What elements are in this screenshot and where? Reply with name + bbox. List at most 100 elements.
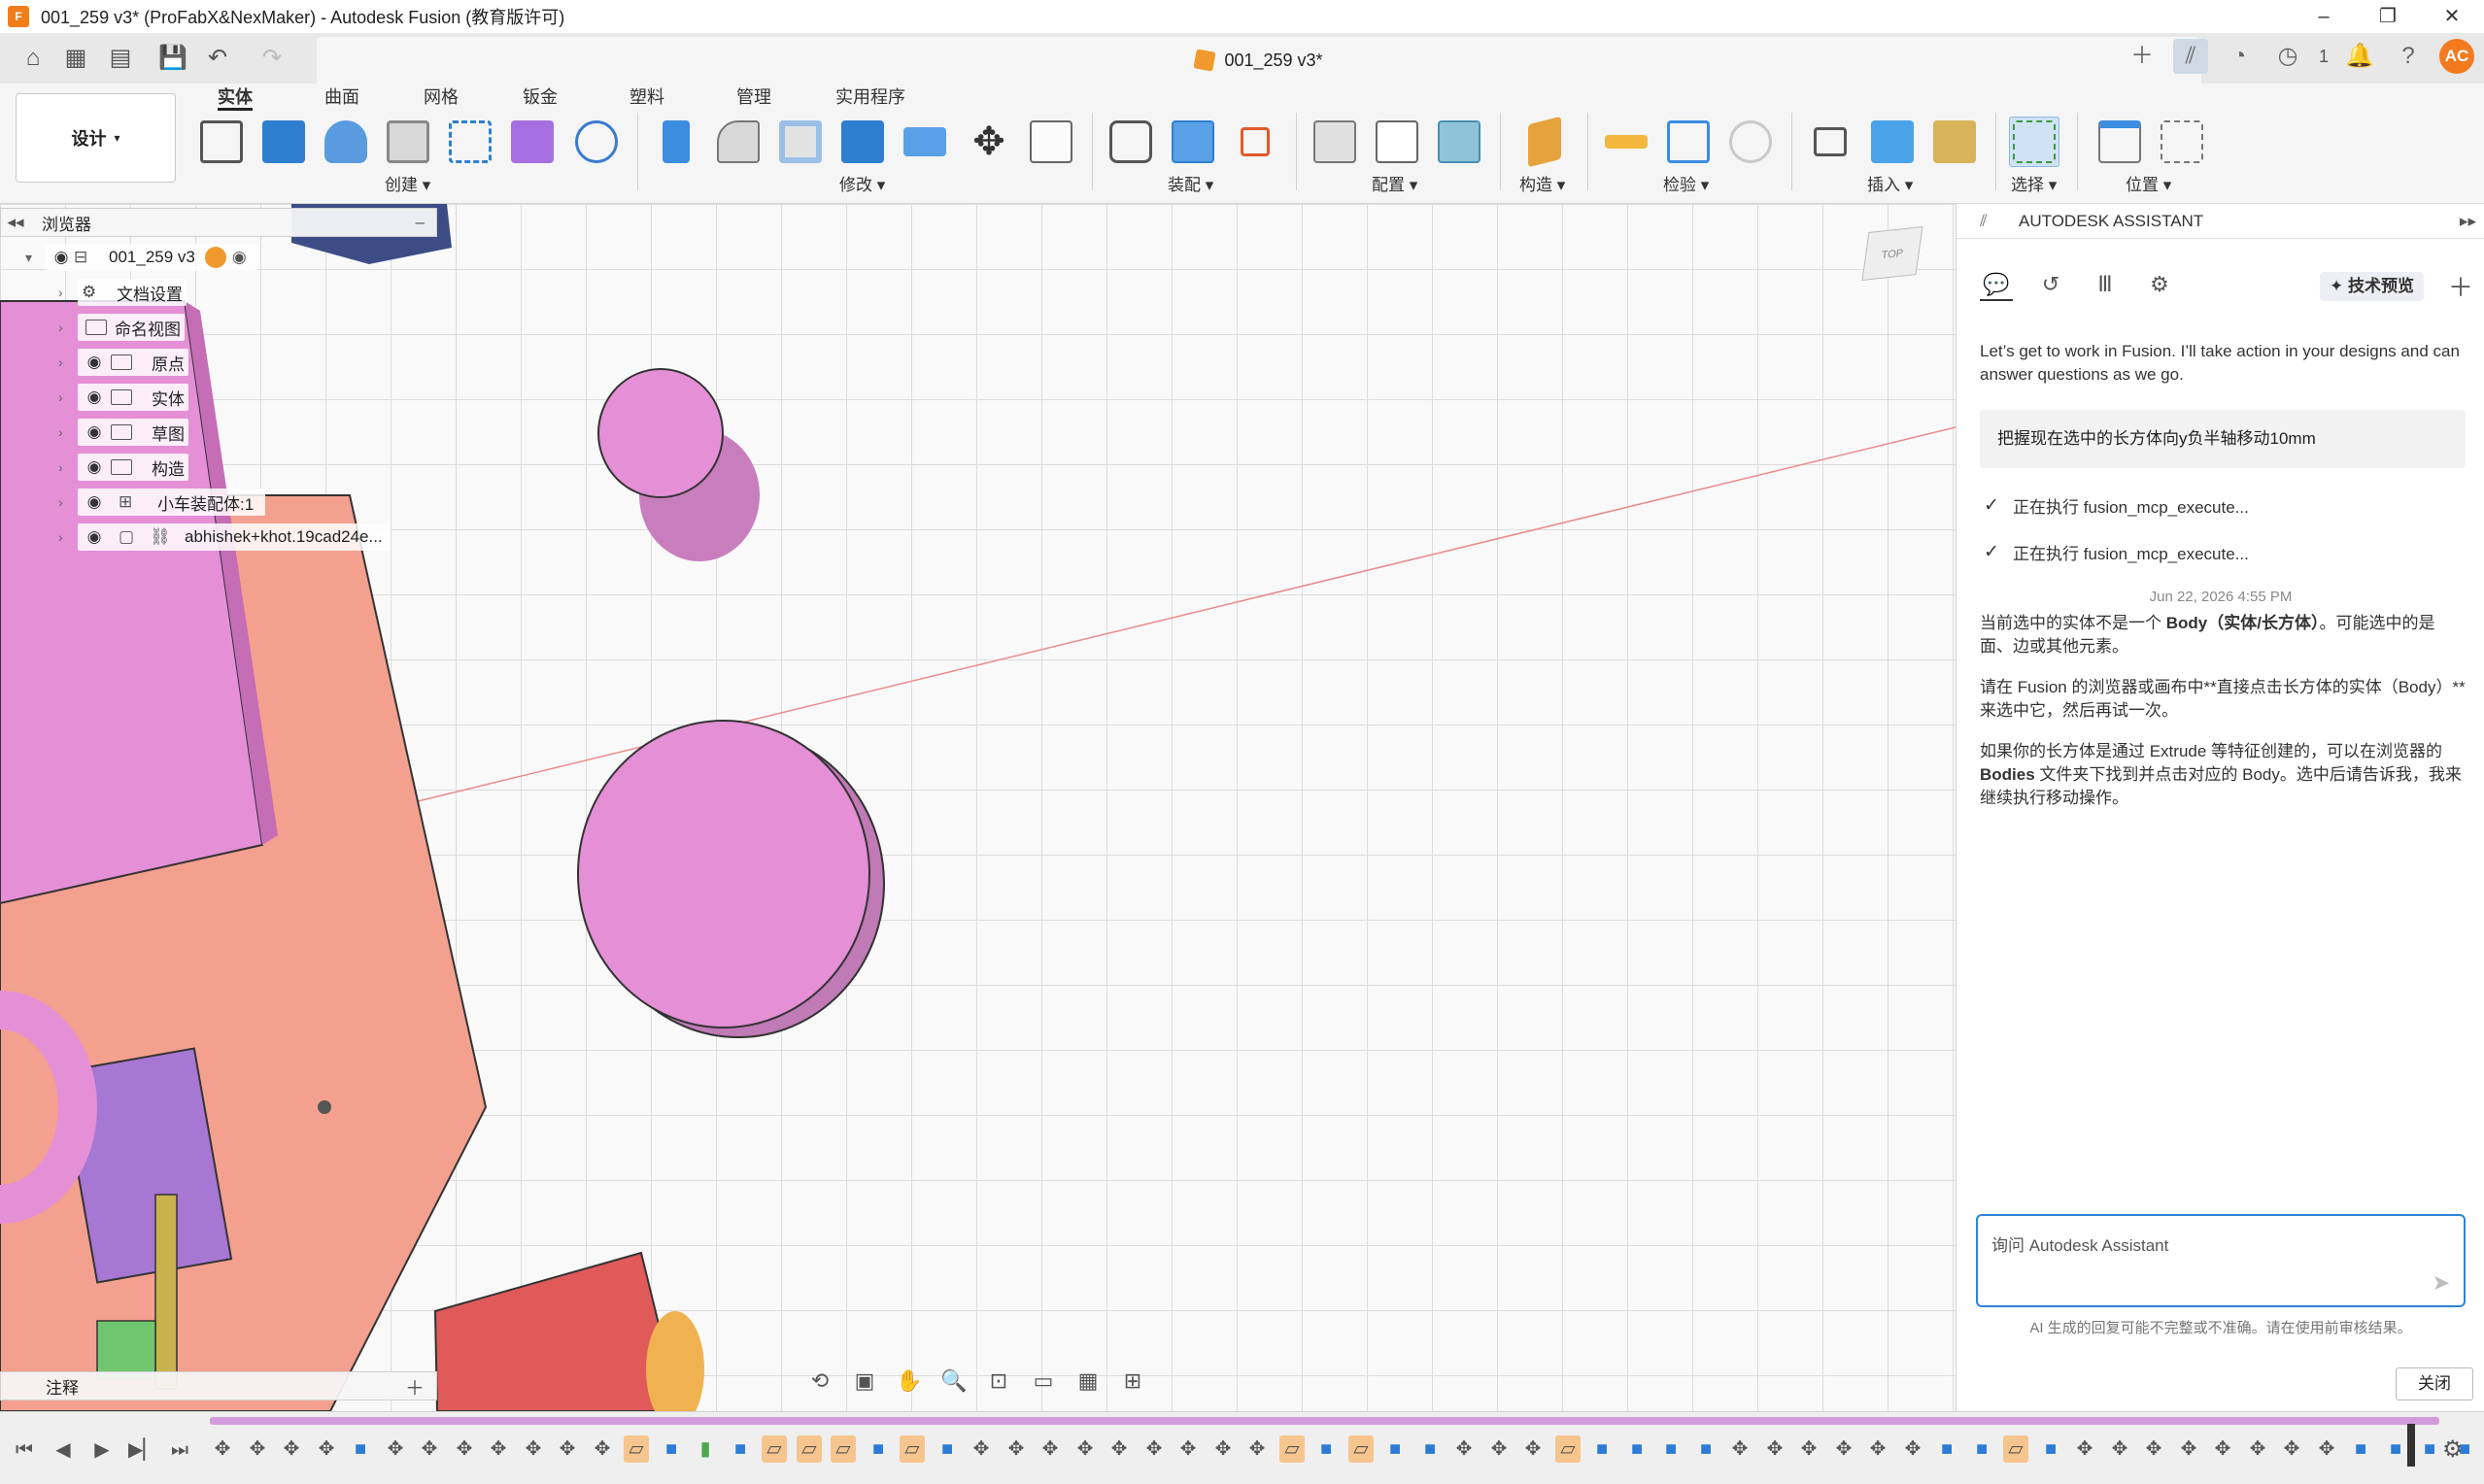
- visibility-eye-icon[interactable]: ◉: [82, 388, 107, 407]
- group-label-assemble[interactable]: 装配 ▾: [1168, 171, 1213, 195]
- tree-root[interactable]: ▾ ◉ ⊟ 001_259 v3 ◉: [25, 243, 257, 272]
- send-icon[interactable]: ➤: [2433, 1270, 2450, 1296]
- canvas-viewport[interactable]: ◂◂ 浏览器 – ▾ ◉ ⊟ 001_259 v3 ◉ › ⚙ 文档设置 › 命名…: [0, 204, 1956, 1411]
- timeline-move-feature[interactable]: ✥: [1900, 1435, 1925, 1463]
- revert-position-tool[interactable]: [2157, 117, 2207, 167]
- step-forward-icon[interactable]: ▶▏: [128, 1435, 158, 1465]
- timeline-move-feature[interactable]: ✥: [590, 1435, 615, 1463]
- visibility-eye-icon[interactable]: ◉: [82, 457, 107, 477]
- new-component-tool[interactable]: [1168, 117, 1218, 167]
- tree-item-origin[interactable]: › ◉ 原点: [58, 348, 188, 377]
- timeline-move-feature[interactable]: ✥: [1486, 1435, 1512, 1463]
- configure-design-tool[interactable]: [1310, 117, 1360, 167]
- visibility-eye-icon[interactable]: ◉: [49, 248, 74, 267]
- pattern-tool[interactable]: [445, 117, 495, 167]
- timeline-body-feature[interactable]: ■: [659, 1435, 684, 1463]
- timeline-sketch-feature[interactable]: ▱: [624, 1435, 649, 1463]
- timeline-move-feature[interactable]: ✥: [1004, 1435, 1029, 1463]
- tab-utilities[interactable]: 实用程序: [835, 84, 905, 111]
- tree-item-construction[interactable]: › ◉ 构造: [58, 453, 188, 482]
- restore-button[interactable]: ❐: [2356, 0, 2420, 33]
- timeline-move-feature[interactable]: ✥: [1210, 1435, 1236, 1463]
- group-label-configure[interactable]: 配置 ▾: [1372, 171, 1417, 195]
- timeline-move-feature[interactable]: ✥: [2107, 1435, 2132, 1463]
- press-pull-tool[interactable]: [651, 117, 701, 167]
- timeline-move-feature[interactable]: ✥: [2245, 1435, 2270, 1463]
- timeline-move-feature[interactable]: ✥: [1038, 1435, 1063, 1463]
- tool-step[interactable]: ✓ 正在执行 fusion_mcp_execute...: [1984, 493, 2249, 518]
- tree-item-external-link[interactable]: › ◉ ▢ ⛓ abhishek+khot.19cad24e...: [58, 523, 391, 552]
- user-avatar[interactable]: AC: [2439, 39, 2474, 74]
- grid-settings-icon[interactable]: ▦: [1071, 1364, 1106, 1399]
- timeline-sketch-feature[interactable]: ▱: [1348, 1435, 1374, 1463]
- timeline-move-feature[interactable]: ✥: [279, 1435, 304, 1463]
- tab-surface[interactable]: 曲面: [324, 84, 359, 111]
- timeline-sketch-feature[interactable]: ▱: [762, 1435, 787, 1463]
- timeline-body-feature[interactable]: ■: [1693, 1435, 1718, 1463]
- tab-solid[interactable]: 实体: [218, 84, 253, 111]
- timeline-body-feature[interactable]: ■: [2417, 1435, 2442, 1463]
- viewports-icon[interactable]: ⊞: [1115, 1364, 1150, 1399]
- new-chat-plus-icon[interactable]: ＋: [2448, 268, 2473, 304]
- timeline-move-feature[interactable]: ✥: [2314, 1435, 2339, 1463]
- tree-item-cart-assembly[interactable]: › ◉ ⊞ 小车装配体:1: [58, 488, 266, 517]
- timeline-move-feature[interactable]: ✥: [1831, 1435, 1856, 1463]
- chevron-right-icon[interactable]: ›: [58, 424, 78, 440]
- extensions-icon[interactable]: ◔: [2222, 39, 2257, 74]
- chevron-down-icon[interactable]: ▾: [25, 250, 45, 266]
- timeline-move-feature[interactable]: ✥: [1520, 1435, 1546, 1463]
- display-settings-icon[interactable]: ▭: [1026, 1364, 1061, 1399]
- timeline-body-feature[interactable]: ■: [1658, 1435, 1684, 1463]
- timeline-move-feature[interactable]: ✥: [1244, 1435, 1270, 1463]
- tree-item-bodies[interactable]: › ◉ 实体: [58, 383, 188, 412]
- insert-canvas-tool[interactable]: [1867, 117, 1918, 167]
- tab-plastic[interactable]: 塑料: [630, 84, 664, 111]
- as-built-joint-tool[interactable]: [1230, 117, 1280, 167]
- combine-tool[interactable]: [837, 117, 888, 167]
- document-tab[interactable]: 001_259 v3* ✕: [317, 37, 2201, 84]
- create-sketch-tool[interactable]: [196, 117, 247, 167]
- settings-tab-icon[interactable]: ⚙: [2143, 268, 2176, 301]
- timeline-move-feature[interactable]: ✥: [452, 1435, 477, 1463]
- add-note-plus-icon[interactable]: ＋: [405, 1372, 425, 1400]
- group-label-modify[interactable]: 修改 ▾: [839, 171, 885, 195]
- change-parameters-tool[interactable]: [1026, 117, 1076, 167]
- look-at-icon[interactable]: ▣: [847, 1364, 882, 1399]
- offset-plane-tool[interactable]: [1519, 116, 1570, 168]
- timeline-move-feature[interactable]: ✥: [314, 1435, 339, 1463]
- tree-item-doc-settings[interactable]: › ⚙ 文档设置: [58, 278, 187, 307]
- timeline-move-feature[interactable]: ✥: [521, 1435, 546, 1463]
- revolve-tool[interactable]: [321, 117, 371, 167]
- tab-manage[interactable]: 管理: [736, 84, 771, 111]
- visibility-eye-icon[interactable]: ◉: [82, 492, 107, 512]
- orbit-icon[interactable]: ⟲: [802, 1364, 837, 1399]
- library-tab-icon[interactable]: Ⅲ: [2089, 268, 2122, 301]
- chevron-right-icon[interactable]: ›: [58, 389, 78, 405]
- extrude-tool[interactable]: [258, 117, 309, 167]
- timeline-body-feature[interactable]: ■: [1313, 1435, 1339, 1463]
- notifications-bell-icon[interactable]: 🔔: [2342, 39, 2377, 74]
- timeline-move-feature[interactable]: ✥: [417, 1435, 442, 1463]
- timeline-sketch-feature[interactable]: ▱: [1279, 1435, 1305, 1463]
- timeline-body-feature[interactable]: ■: [935, 1435, 960, 1463]
- viewcube[interactable]: TOP: [1861, 226, 1923, 281]
- chevron-right-icon[interactable]: ›: [58, 320, 78, 335]
- timeline-body-feature[interactable]: ■: [2383, 1435, 2408, 1463]
- shell-tool[interactable]: [775, 117, 826, 167]
- timeline-settings-gear-icon[interactable]: ⚙: [2442, 1435, 2471, 1465]
- close-assistant-button[interactable]: 关闭: [2396, 1367, 2473, 1400]
- timeline-move-feature[interactable]: ✥: [486, 1435, 511, 1463]
- assistant-chat-input[interactable]: 询问 Autodesk Assistant ➤: [1976, 1214, 2466, 1307]
- timeline-move-feature[interactable]: ✥: [555, 1435, 580, 1463]
- measure-tool[interactable]: [1601, 117, 1651, 167]
- timeline-body-feature[interactable]: ■: [1624, 1435, 1650, 1463]
- timeline-move-feature[interactable]: ✥: [1796, 1435, 1821, 1463]
- visibility-eye-icon[interactable]: ◉: [82, 422, 107, 442]
- activate-radio-icon[interactable]: ◉: [232, 248, 254, 267]
- file-menu-icon[interactable]: ▤: [103, 41, 138, 76]
- timeline-move-feature[interactable]: ✥: [2072, 1435, 2097, 1463]
- timeline-move-feature[interactable]: ✥: [1072, 1435, 1098, 1463]
- minimize-button[interactable]: –: [2292, 0, 2356, 33]
- interference-tool[interactable]: [1663, 117, 1714, 167]
- hole-tool[interactable]: [383, 117, 433, 167]
